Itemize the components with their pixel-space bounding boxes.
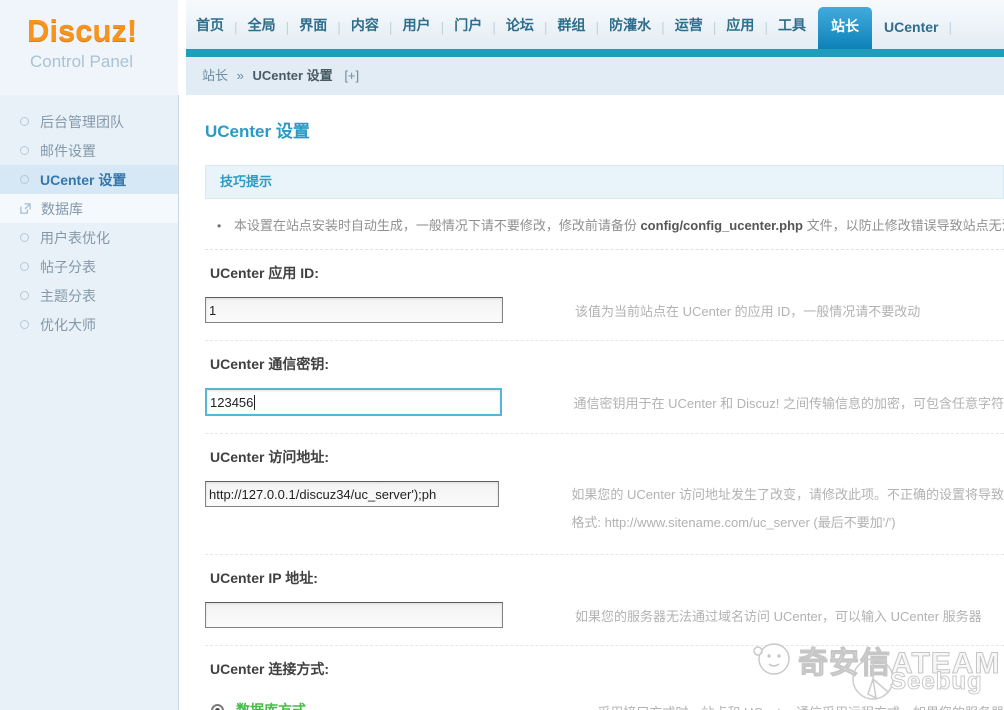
page-title: UCenter 设置 (205, 117, 1004, 142)
nav-item-global[interactable]: 全局 (238, 15, 286, 49)
comm-key-value: 123456 (210, 395, 253, 410)
radio-circle-icon (20, 291, 29, 300)
discuz-logo: Discuz! (27, 13, 137, 49)
accent-bar (186, 49, 1004, 57)
nav-divider: | (949, 19, 953, 49)
tip-text-pre: 本设置在站点安装时自动生成，一般情况下请不要修改，修改前请备份 (234, 218, 641, 233)
app-id-label: UCenter 应用 ID: (205, 263, 1004, 283)
tip-text-row: • 本设置在站点安装时自动生成，一般情况下请不要修改，修改前请备份 config… (205, 199, 1004, 250)
breadcrumb-section: 站长 (202, 68, 228, 83)
ip-address-help: 如果您的服务器无法通过域名访问 UCenter，可以输入 UCenter 服务器 (575, 606, 982, 625)
tip-text-post: 文件，以防止修改错误导致站点无法访问 (803, 218, 1004, 233)
field-row-ip-address: UCenter IP 地址: 如果您的服务器无法通过域名访问 UCenter，可… (205, 555, 1004, 646)
app-id-value: 1 (209, 303, 216, 318)
nav-item-sitemaster-active[interactable]: 站长 (818, 7, 872, 49)
breadcrumb-expand-toggle[interactable]: [+] (344, 68, 359, 83)
ip-address-label: UCenter IP 地址: (205, 568, 1004, 588)
radio-circle-icon (20, 320, 29, 329)
nav-item-apps[interactable]: 应用 (716, 15, 764, 49)
logo-subtitle: Control Panel (30, 52, 133, 72)
sidebar-item-label: 后台管理团队 (40, 112, 124, 132)
breadcrumb: 站长 » UCenter 设置 [+] (186, 57, 1004, 95)
sidebar-item-label: UCenter 设置 (40, 170, 126, 190)
radio-selected-icon[interactable] (211, 704, 224, 710)
sidebar-item-admin-team[interactable]: 后台管理团队 (0, 107, 178, 136)
sidebar-item-post-split[interactable]: 帖子分表 (0, 252, 178, 281)
comm-key-help: 通信密钥用于在 UCenter 和 Discuz! 之间传输信息的加密，可包含任… (574, 393, 1004, 412)
external-window-icon (20, 203, 31, 214)
access-url-help-line2: 格式: http://www.sitename.com/uc_server (最… (571, 509, 1004, 537)
radio-circle-icon (20, 233, 29, 242)
radio-db-label: 数据库方式 (236, 700, 306, 710)
sidebar-item-label: 主题分表 (40, 286, 96, 306)
connection-type-help: 采用接口方式时，站点和 UCenter 通信采用远程方式，如果您的服务器 (597, 695, 1004, 710)
nav-item-forum[interactable]: 论坛 (496, 15, 544, 49)
app-id-help: 该值为当前站点在 UCenter 的应用 ID，一般情况请不要改动 (575, 301, 920, 320)
nav-item-home[interactable]: 首页 (186, 15, 234, 49)
nav-item-tools[interactable]: 工具 (768, 15, 816, 49)
radio-circle-icon (20, 262, 29, 271)
access-url-label: UCenter 访问地址: (205, 447, 1004, 467)
tip-config-path: config/config_ucenter.php (640, 218, 803, 233)
nav-item-antispam[interactable]: 防灌水 (599, 15, 661, 49)
radio-circle-icon (20, 117, 29, 126)
sidebar-item-database[interactable]: 数据库 (0, 194, 178, 223)
nav-item-ucenter[interactable]: UCenter (874, 19, 948, 49)
nav-item-users[interactable]: 用户 (393, 15, 441, 49)
breadcrumb-separator: » (232, 68, 249, 83)
text-caret (254, 395, 255, 410)
sidebar-item-ucenter-settings[interactable]: UCenter 设置 (0, 165, 178, 194)
sidebar-item-label: 邮件设置 (40, 141, 96, 161)
sidebar-item-label: 帖子分表 (40, 257, 96, 277)
sidebar-item-mail-settings[interactable]: 邮件设置 (0, 136, 178, 165)
sidebar-item-user-table-optimize[interactable]: 用户表优化 (0, 223, 178, 252)
nav-item-portal[interactable]: 门户 (444, 15, 492, 49)
tips-header: 技巧提示 (205, 165, 1004, 199)
breadcrumb-page: UCenter 设置 (253, 68, 333, 83)
top-navbar: 首页| 全局| 界面| 内容| 用户| 门户| 论坛| 群组| 防灌水| 运营|… (186, 0, 1004, 49)
nav-item-content[interactable]: 内容 (341, 15, 389, 49)
field-row-access-url: UCenter 访问地址: http://127.0.0.1/discuz34/… (205, 434, 1004, 555)
nav-item-operation[interactable]: 运营 (665, 15, 713, 49)
sidebar: 后台管理团队 邮件设置 UCenter 设置 数据库 用户表优化 帖子分表 主题… (0, 95, 179, 710)
field-row-comm-key: UCenter 通信密钥: 123456 通信密钥用于在 UCenter 和 D… (205, 341, 1004, 434)
sidebar-item-label: 数据库 (41, 199, 83, 219)
sidebar-item-thread-split[interactable]: 主题分表 (0, 281, 178, 310)
logo-panel: Discuz! Control Panel (0, 0, 178, 95)
bullet-icon: • (217, 219, 221, 233)
access-url-help-line1: 如果您的 UCenter 访问地址发生了改变，请修改此项。不正确的设置将导致 (571, 481, 1004, 509)
app-id-input[interactable]: 1 (205, 297, 503, 323)
radio-circle-icon (20, 175, 29, 184)
main-content: UCenter 设置 技巧提示 • 本设置在站点安装时自动生成，一般情况下请不要… (180, 95, 1004, 710)
radio-circle-icon (20, 146, 29, 155)
sidebar-item-label: 用户表优化 (40, 228, 110, 248)
connection-type-label: UCenter 连接方式: (205, 659, 1004, 679)
access-url-value: http://127.0.0.1/discuz34/uc_server');ph (209, 487, 436, 502)
radio-db-mode[interactable]: 数据库方式 (205, 695, 563, 710)
sidebar-item-optimize-master[interactable]: 优化大师 (0, 310, 178, 339)
comm-key-label: UCenter 通信密钥: (205, 354, 1004, 374)
nav-item-interface[interactable]: 界面 (289, 15, 337, 49)
access-url-input[interactable]: http://127.0.0.1/discuz34/uc_server');ph (205, 481, 499, 507)
field-row-connection-type: UCenter 连接方式: 数据库方式 接口方式 采用接口方式时，站点和 UCe… (205, 646, 1004, 710)
ip-address-input[interactable] (205, 602, 503, 628)
nav-item-groups[interactable]: 群组 (547, 15, 595, 49)
field-row-app-id: UCenter 应用 ID: 1 该值为当前站点在 UCenter 的应用 ID… (205, 250, 1004, 341)
comm-key-input[interactable]: 123456 (205, 388, 502, 416)
sidebar-item-label: 优化大师 (40, 315, 96, 335)
